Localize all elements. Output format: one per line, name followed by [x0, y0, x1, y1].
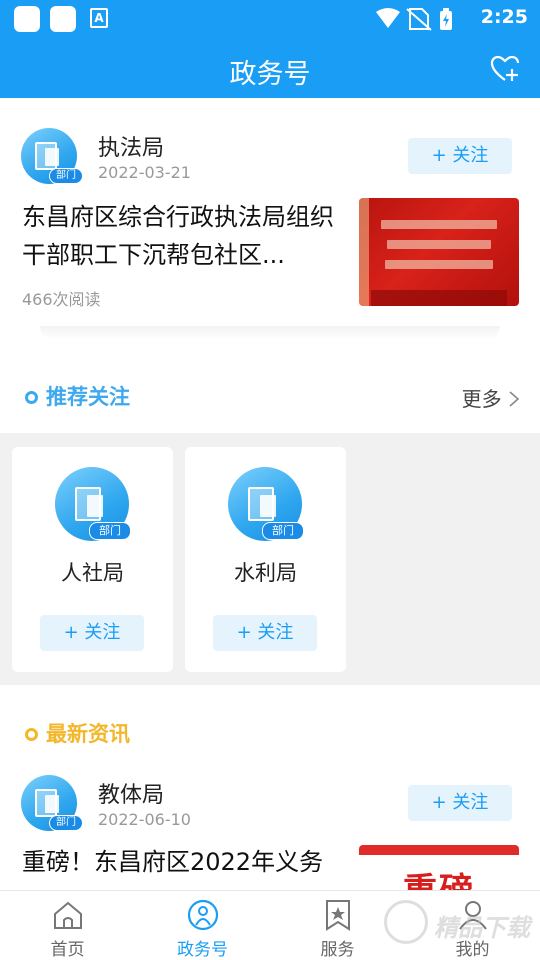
recommend-header: 推荐关注 更多 — [0, 369, 540, 425]
feed-card[interactable]: 部门 执法局 2022-03-21 + 关注 东昌府区综合行政执法局组织干部职工… — [0, 98, 540, 348]
notification-icon — [14, 6, 40, 32]
org-name[interactable]: 教体局 — [98, 777, 164, 809]
thumbnail-text: 重磅 — [359, 863, 519, 890]
watermark: 精品下载 — [384, 896, 540, 956]
org-name[interactable]: 执法局 — [98, 130, 164, 162]
section-dot-icon — [25, 391, 38, 404]
recommend-card[interactable]: 部门 人社局 + 关注 — [12, 447, 173, 672]
recommend-list: 部门 人社局 + 关注 部门 水利局 + 关注 — [0, 433, 540, 685]
article-title[interactable]: 东昌府区综合行政执法局组织干部职工下沉帮包社区... — [22, 198, 342, 274]
org-name: 人社局 — [61, 561, 124, 585]
org-name: 水利局 — [234, 561, 297, 585]
section-dot-icon — [25, 728, 38, 741]
status-bar: A 2:25 — [0, 0, 540, 38]
no-sim-icon — [406, 8, 432, 31]
section-title: 最新资讯 — [46, 722, 130, 746]
read-count: 466次阅读 — [22, 290, 101, 309]
app-bar: 政务号 — [0, 38, 540, 98]
content-scroll[interactable]: 部门 执法局 2022-03-21 + 关注 东昌府区综合行政执法局组织干部职工… — [0, 98, 540, 890]
nav-home[interactable]: 首页 — [0, 891, 135, 960]
more-label: 更多 — [461, 387, 502, 411]
org-avatar[interactable]: 部门 — [21, 775, 83, 831]
follow-button[interactable]: + 关注 — [408, 785, 512, 821]
clock: 2:25 — [480, 6, 528, 28]
gov-account-icon — [187, 899, 218, 931]
chevron-right-icon — [509, 391, 520, 407]
nav-label: 首页 — [50, 940, 85, 960]
follow-button[interactable]: + 关注 — [408, 138, 512, 174]
page-title: 政务号 — [229, 59, 311, 90]
org-avatar[interactable]: 部门 — [21, 128, 83, 184]
section-title: 推荐关注 — [46, 385, 130, 409]
follow-button[interactable]: + 关注 — [213, 615, 317, 651]
battery-icon — [440, 8, 452, 30]
publish-date: 2022-06-10 — [98, 810, 191, 829]
nav-gov-account[interactable]: 政务号 — [135, 891, 270, 960]
follow-button[interactable]: + 关注 — [40, 615, 144, 651]
org-avatar: 部门 — [228, 467, 304, 541]
article-title[interactable]: 重磅！东昌府区2022年义务 — [22, 843, 342, 881]
watermark-text: 精品下载 — [434, 914, 530, 942]
feed-card[interactable]: 部门 教体局 2022-06-10 + 关注 重磅！东昌府区2022年义务 重磅 — [0, 745, 540, 890]
article-thumbnail[interactable]: 重磅 — [359, 845, 519, 890]
more-link[interactable]: 更多 — [462, 383, 520, 412]
department-badge: 部门 — [49, 815, 83, 831]
heart-plus-icon[interactable] — [490, 55, 520, 83]
department-badge: 部门 — [262, 522, 304, 540]
bookmark-star-icon — [325, 900, 350, 931]
publish-date: 2022-03-21 — [98, 163, 191, 182]
recommend-card[interactable]: 部门 水利局 + 关注 — [185, 447, 346, 672]
app-notification-icon: A — [90, 8, 108, 28]
system-icons — [376, 8, 452, 31]
wifi-icon — [376, 8, 400, 28]
department-badge: 部门 — [49, 168, 83, 184]
watermark-logo-icon — [384, 900, 428, 944]
department-badge: 部门 — [89, 522, 131, 540]
home-icon — [53, 901, 82, 929]
card-divider — [40, 326, 500, 340]
nav-label: 政务号 — [177, 940, 228, 960]
article-thumbnail[interactable] — [359, 198, 519, 306]
notification-icon — [50, 6, 76, 32]
org-avatar: 部门 — [55, 467, 131, 541]
